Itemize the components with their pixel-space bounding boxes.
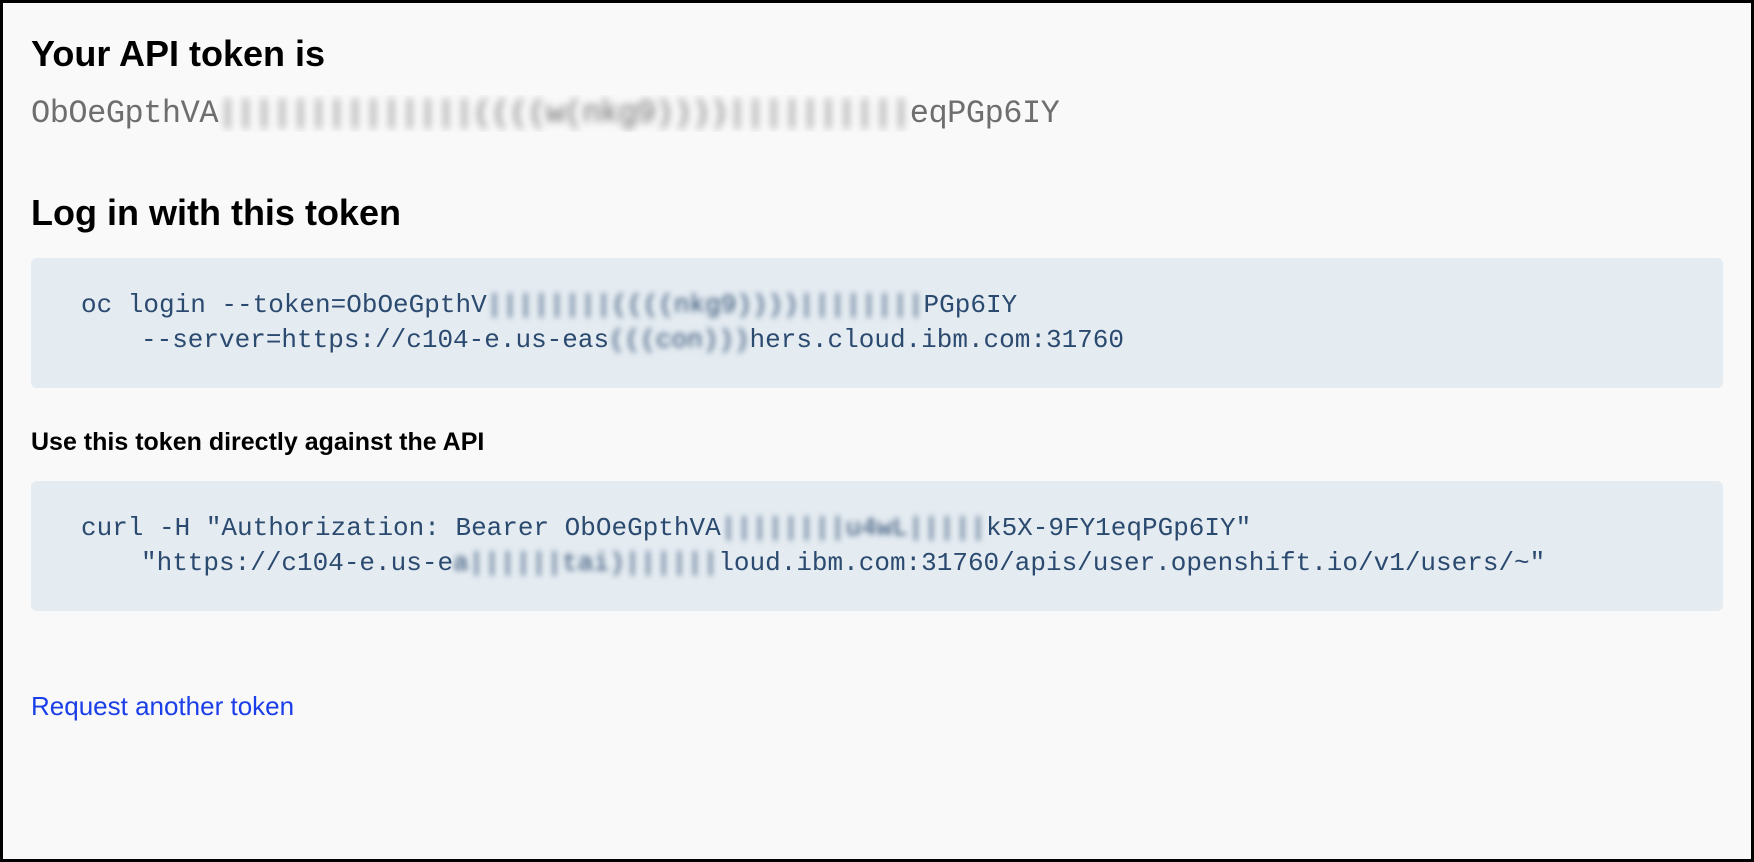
curl-line1-pre: curl -H "Authorization: Bearer ObOeGpthV… (81, 513, 721, 543)
oc-login-line2-pre: --server=https://c104-e.us-eas (141, 325, 609, 355)
oc-login-code-block[interactable]: oc login --token=ObOeGpthV||||||||((((nk… (31, 258, 1723, 388)
oc-login-line1-pre: oc login --token=ObOeGpthV (81, 290, 487, 320)
request-another-token-link[interactable]: Request another token (31, 691, 294, 722)
token-value[interactable]: ObOeGpthVA||||||||||||||((((w(nkg9))))||… (31, 95, 1723, 132)
curl-code-block[interactable]: curl -H "Authorization: Bearer ObOeGpthV… (31, 481, 1723, 611)
api-usage-heading: Use this token directly against the API (31, 428, 1723, 457)
curl-line1-post: k5X-9FY1eqPGp6IY" (986, 513, 1251, 543)
token-page-container: Your API token is ObOeGpthVA||||||||||||… (0, 0, 1754, 862)
token-redacted: ||||||||||||||((((w(nkg9))))|||||||||| (218, 95, 910, 132)
oc-login-line2-blur: (((con))) (609, 325, 749, 355)
curl-line2-post: loud.ibm.com:31760/apis/user.openshift.i… (718, 548, 1545, 578)
api-token-heading: Your API token is (31, 33, 1723, 75)
oc-login-line1-blur: ||||||||((((nkg9))))|||||||| (487, 290, 924, 320)
token-prefix: ObOeGpthVA (31, 95, 218, 132)
curl-line2-pre: "https://c104-e.us-e (141, 548, 453, 578)
token-suffix: eqPGp6IY (910, 95, 1060, 132)
oc-login-line2-post: hers.cloud.ibm.com:31760 (750, 325, 1124, 355)
curl-line1-blur: ||||||||u4wL||||| (721, 513, 986, 543)
oc-login-line1-post: PGp6IY (924, 290, 1018, 320)
curl-line2-blur: a||||||tai)|||||| (453, 548, 718, 578)
login-heading: Log in with this token (31, 192, 1723, 234)
